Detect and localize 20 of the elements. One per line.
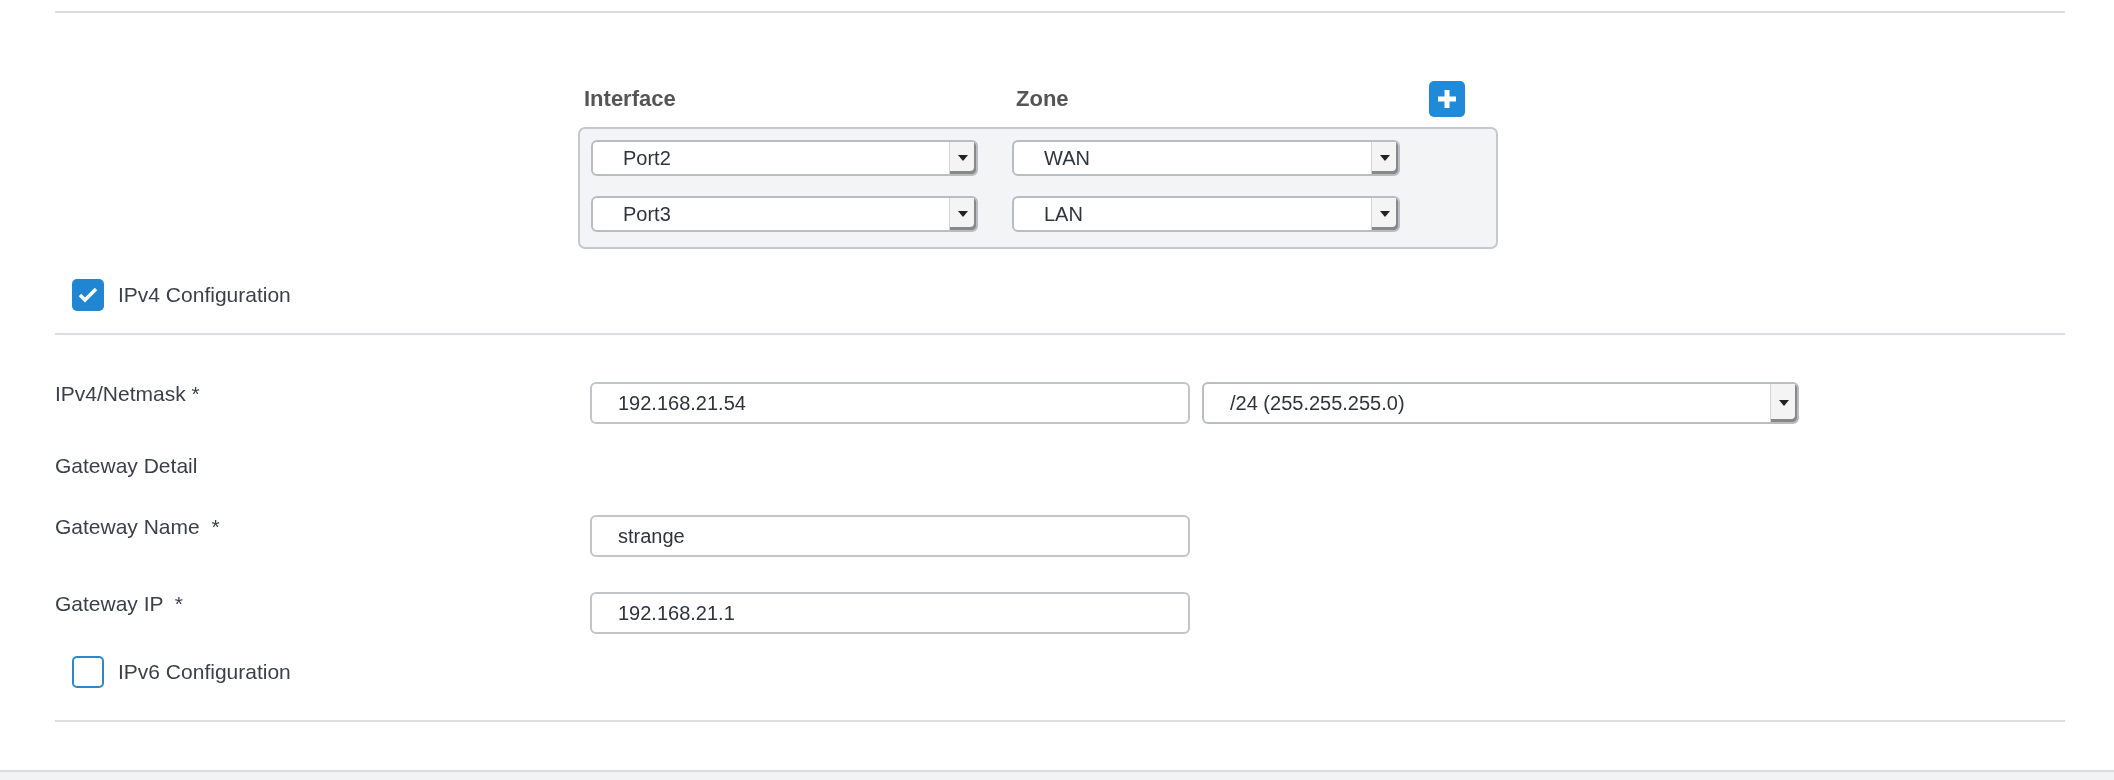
checkbox-label: IPv6 Configuration [118,660,291,684]
interface-dropdown[interactable]: Port3 [591,196,978,232]
interface-dropdown[interactable]: Port2 [591,140,978,176]
field-label: IPv4/Netmask * [55,382,201,406]
zone-dropdown[interactable]: WAN [1012,140,1400,176]
netmask-dropdown[interactable]: /24 (255.255.255.0) [1202,382,1799,424]
field-label: Gateway IP * [55,592,184,616]
field-label: Gateway Name * [55,515,221,539]
checkbox[interactable] [72,279,104,311]
checkmark-icon [78,287,98,303]
section-label: Gateway Detail [55,454,198,477]
ip-address-field[interactable]: 192.168.21.54 [590,382,1190,424]
column-header: Interface [583,86,677,112]
gateway-ip-field[interactable]: 192.168.21.1 [590,592,1190,634]
gateway-name-field[interactable]: strange [590,515,1190,557]
checkbox-label: IPv4 Configuration [118,283,291,307]
column-header: Zone [1016,86,1070,112]
add-icon[interactable] [1429,81,1465,117]
zone-dropdown[interactable]: LAN [1012,196,1400,232]
checkbox[interactable] [72,656,104,688]
